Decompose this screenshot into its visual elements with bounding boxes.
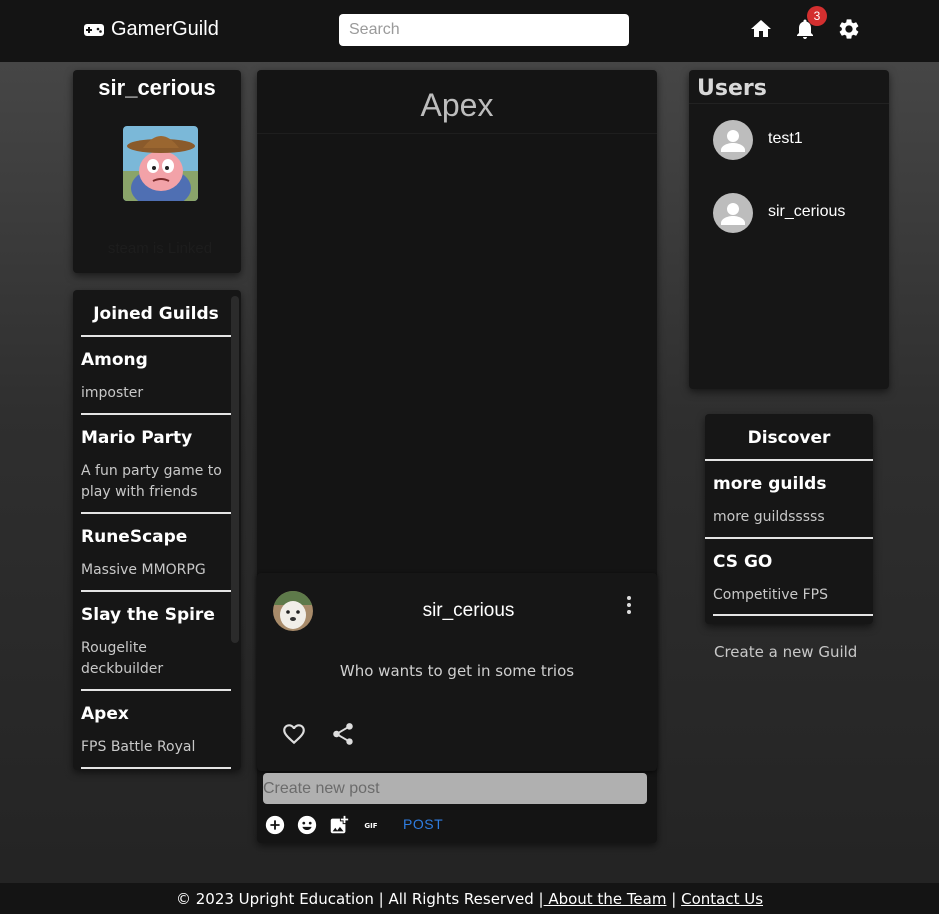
contact-link[interactable]: Contact Us: [681, 890, 763, 908]
guild-list-scrollbar[interactable]: [231, 296, 239, 643]
divider: [81, 512, 231, 514]
post-button[interactable]: POST: [403, 816, 443, 832]
search-input[interactable]: [339, 14, 629, 46]
guild-name[interactable]: Apex: [81, 704, 129, 724]
person-icon: [713, 120, 753, 160]
divider: [705, 537, 873, 539]
guild-description: more guildsssss: [713, 509, 825, 525]
footer-separator: |: [671, 890, 677, 908]
divider: [689, 103, 889, 104]
add-photo-icon[interactable]: [328, 814, 350, 836]
divider: [713, 614, 873, 616]
heart-icon[interactable]: [281, 721, 307, 747]
user-name: test1: [768, 130, 803, 147]
guild-description: Massive MMORPG: [81, 562, 206, 578]
divider: [81, 767, 231, 769]
add-circle-icon[interactable]: [264, 814, 286, 836]
user-item[interactable]: test1: [713, 120, 883, 162]
more-vert-icon[interactable]: [619, 594, 639, 616]
divider: [81, 590, 231, 592]
footer: © 2023 Upright Education | All Rights Re…: [0, 883, 939, 914]
gamepad-icon: [84, 23, 104, 37]
divider: [705, 459, 873, 461]
post-card: sir_cerious Who wants to get in some tri…: [257, 573, 657, 771]
user-name: sir_cerious: [768, 203, 846, 220]
post-body: Who wants to get in some trios: [339, 662, 575, 680]
steam-link-status: steam is Linked: [107, 240, 213, 257]
guild-name[interactable]: RuneScape: [81, 527, 187, 547]
guild-description: imposter: [81, 385, 144, 401]
profile-avatar[interactable]: [123, 126, 198, 201]
users-title: Users: [697, 76, 767, 101]
guild-feed: Apex sir_cerious Who wants to get in som…: [257, 70, 657, 843]
person-icon: [713, 193, 753, 233]
guild-name[interactable]: Mario Party: [81, 428, 192, 448]
brand-title: GamerGuild: [111, 18, 219, 40]
notification-badge: 3: [807, 6, 827, 26]
profile-card: sir_cerious steam is Linked: [73, 70, 241, 273]
joined-guilds-title: Joined Guilds: [93, 304, 219, 324]
divider: [81, 335, 231, 337]
discover-title: Discover: [747, 428, 831, 448]
profile-username: sir_cerious: [98, 75, 216, 100]
guild-name[interactable]: more guilds: [713, 474, 826, 494]
guild-description: A fun party game to play with friends: [81, 463, 222, 500]
divider: [257, 133, 657, 134]
guild-description: Competitive FPS: [713, 587, 828, 603]
joined-guilds-panel: Joined Guilds Among imposter Mario Party…: [73, 290, 241, 770]
emoji-icon[interactable]: [296, 814, 318, 836]
user-item[interactable]: sir_cerious: [713, 193, 883, 235]
about-team-link[interactable]: About the Team: [544, 890, 666, 908]
users-panel: Users test1 sir_cerious: [689, 70, 889, 389]
new-post-input[interactable]: [263, 773, 647, 804]
create-guild-link[interactable]: Create a new Guild: [714, 643, 857, 661]
gif-label: GIF: [364, 822, 377, 830]
share-icon[interactable]: [330, 721, 356, 747]
feed-title: Apex: [420, 87, 494, 123]
guild-description: Rougelite deckbuilder: [81, 640, 164, 677]
gear-icon[interactable]: [837, 17, 861, 41]
brand[interactable]: GamerGuild: [84, 18, 219, 41]
guild-name[interactable]: CS GO: [713, 552, 772, 572]
copyright-text: © 2023 Upright Education | All Rights Re…: [175, 890, 544, 908]
divider: [81, 413, 231, 415]
discover-panel: Discover more guilds more guildsssss CS …: [705, 414, 873, 624]
divider: [81, 689, 231, 691]
guild-name[interactable]: Slay the Spire: [81, 605, 215, 625]
post-author-name[interactable]: sir_cerious: [321, 600, 616, 622]
post-author-avatar[interactable]: [273, 591, 313, 631]
guild-name[interactable]: Among: [81, 350, 148, 370]
guild-description: FPS Battle Royal: [81, 739, 196, 755]
gif-icon[interactable]: GIF: [360, 814, 382, 836]
home-icon[interactable]: [749, 17, 773, 41]
